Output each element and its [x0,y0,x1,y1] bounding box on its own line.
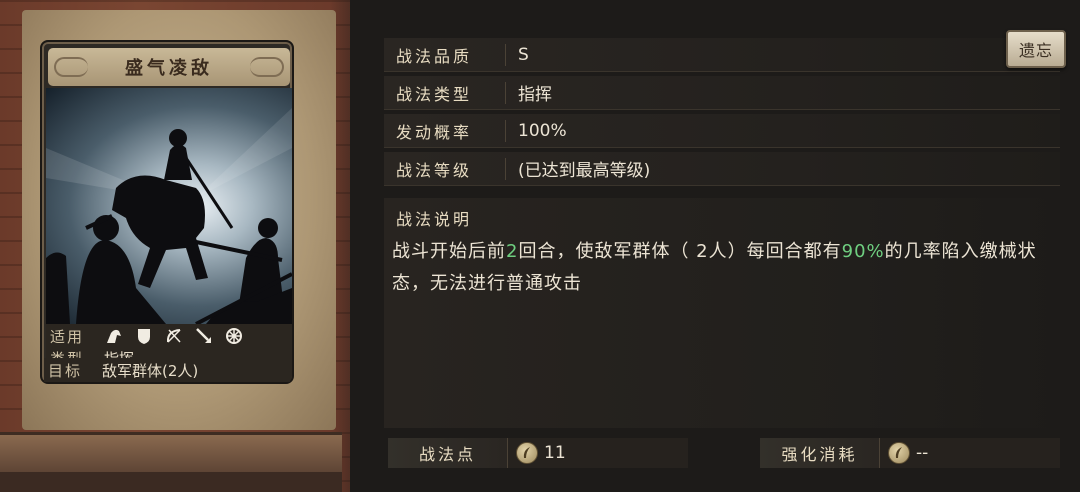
upgrade-cost-label: 强化消耗 [760,438,880,468]
forget-button[interactable]: 遗忘 [1006,30,1066,68]
tactic-artwork [46,88,292,324]
level-value: (已达到最高等级) [518,161,651,181]
shield-icon [134,326,154,346]
tactic-points-value: 11 [544,443,566,463]
tactic-card: 盛气凌敌 适用 [40,40,294,384]
description-label: 战法说明 [396,210,473,229]
scroll-roller [0,432,342,472]
siege-wheel-icon [224,326,244,346]
info-key: 目标 [48,361,83,380]
type-value: 指挥 [518,85,552,105]
row-quality: 战法品质 S [384,38,1060,72]
row-level: 战法等级 (已达到最高等级) [384,152,1060,186]
tactic-points-label: 战法点 [388,438,508,468]
row-rate: 发动概率 100% [384,114,1060,148]
card-title: 盛气凌敌 [125,58,213,79]
rate-value: 100% [518,120,567,141]
desc-percent: 90% [841,241,885,262]
desc-part1: 战斗开始后前 [392,241,506,262]
info-row-applicable: 适用 [50,324,254,348]
quality-label: 战法品质 [384,43,506,66]
info-row-target: 目标 敌军群体(2人) [44,358,290,382]
tactic-points-box: 战法点 11 [388,438,688,468]
desc-rounds-number: 2 [506,241,519,262]
row-type: 战法类型 指挥 [384,76,1060,110]
upgrade-cost-box: 强化消耗 -- [760,438,1060,468]
info-value: 敌军群体(2人) [102,361,199,380]
wood-fade [330,0,390,492]
quality-value: S [518,44,529,65]
desc-part2: 回合，使敌军群体（ 2人）每回合都有 [518,241,842,262]
feather-coin-icon [516,442,538,464]
description-panel: 战法说明 战斗开始后前2回合，使敌军群体（ 2人）每回合都有90%的几率陷入缴械… [384,198,1060,428]
bow-icon [164,326,184,346]
scroll-roller-shadow [0,472,342,492]
upgrade-cost-value: -- [916,443,929,463]
level-label: 战法等级 [384,157,506,180]
rate-label: 发动概率 [384,119,506,142]
feather-coin-icon [888,442,910,464]
description-text: 战斗开始后前2回合，使敌军群体（ 2人）每回合都有90%的几率陷入缴械状态，无法… [392,236,1052,300]
spear-icon [194,326,214,346]
cavalry-icon [104,326,124,346]
info-key: 适用 [50,327,85,346]
type-label: 战法类型 [384,81,506,104]
card-header: 盛气凌敌 [48,48,290,86]
